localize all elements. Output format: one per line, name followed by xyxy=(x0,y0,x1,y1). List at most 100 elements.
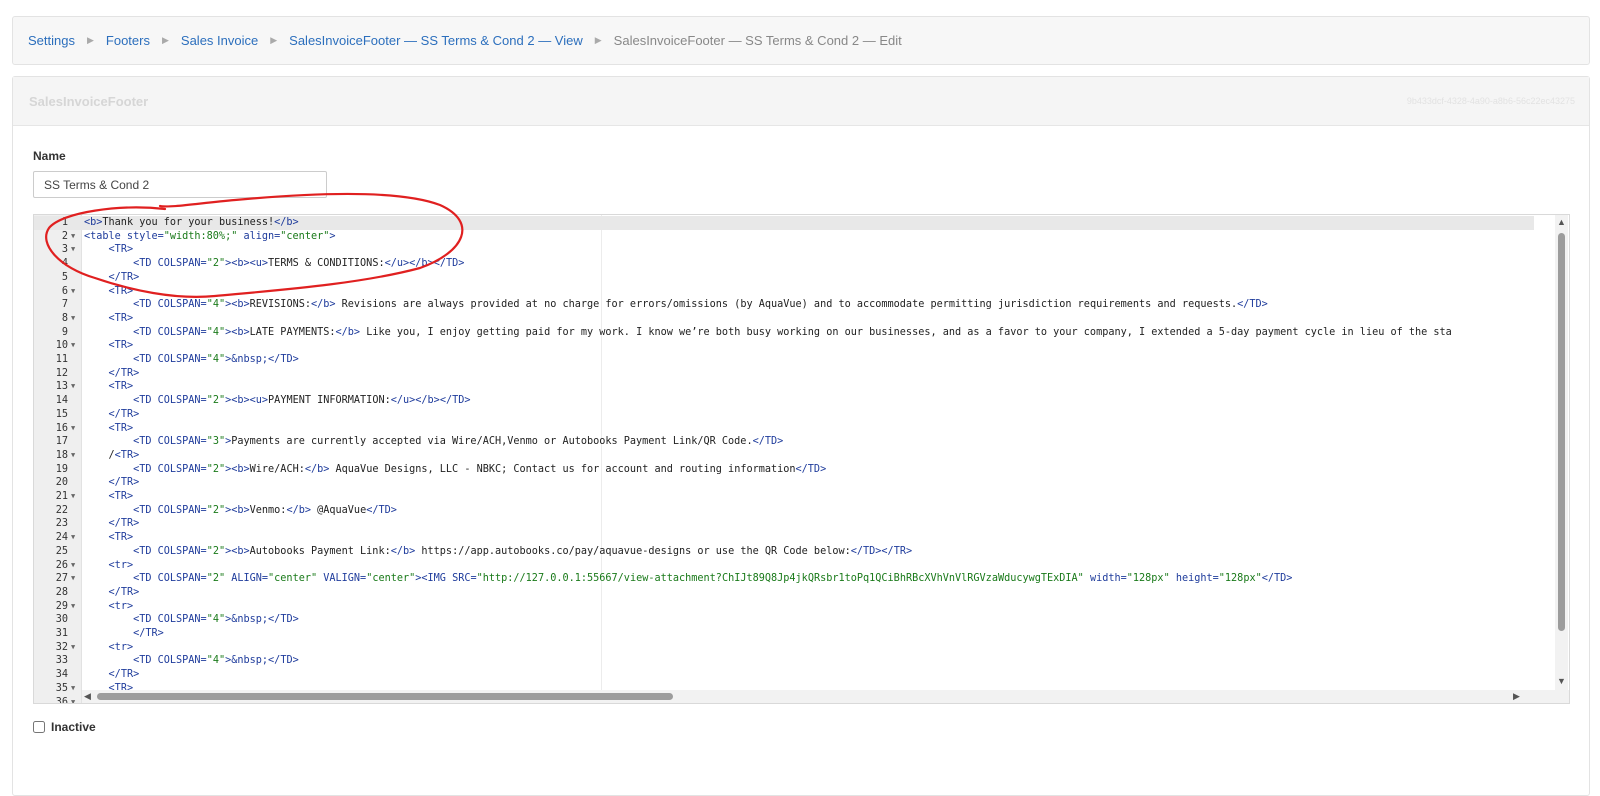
fold-toggle-icon[interactable]: ▼ xyxy=(71,380,75,394)
scroll-up-icon[interactable]: ▲ xyxy=(1557,217,1566,227)
code-line[interactable]: 34 </TR> xyxy=(34,668,1534,682)
horizontal-scroll-thumb[interactable] xyxy=(97,693,673,700)
code-line[interactable]: 12 </TR> xyxy=(34,367,1534,381)
breadcrumb-footer-edit: SalesInvoiceFooter — SS Terms & Cond 2 —… xyxy=(613,33,902,48)
line-number: 7 xyxy=(61,299,68,311)
fold-toggle-icon[interactable]: ▼ xyxy=(71,572,75,586)
inactive-checkbox[interactable] xyxy=(33,721,45,733)
code-line[interactable]: 33 <TD COLSPAN="4">&nbsp;</TD> xyxy=(34,654,1534,668)
code-text: <TD COLSPAN="4">&nbsp;</TD> xyxy=(133,354,299,365)
code-text: <tr> xyxy=(108,559,134,571)
code-line[interactable]: 22 <TD COLSPAN="2"><b>Venmo:</b> @AquaVu… xyxy=(34,504,1534,518)
breadcrumb-settings[interactable]: Settings xyxy=(28,33,75,48)
code-line[interactable]: 16 ▼ <TR> xyxy=(34,422,1534,436)
code-line[interactable]: 10 ▼ <TR> xyxy=(34,339,1534,353)
fold-toggle-icon[interactable]: ▼ xyxy=(71,339,75,353)
code-line[interactable]: 25 <TD COLSPAN="2"><b>Autobooks Payment … xyxy=(34,545,1534,559)
panel-title: SalesInvoiceFooter xyxy=(29,93,149,109)
code-text: <TD COLSPAN="2"><b>Venmo:</b> @AquaVue</… xyxy=(133,504,397,516)
code-line[interactable]: 30 <TD COLSPAN="4">&nbsp;</TD> xyxy=(34,613,1534,627)
scroll-down-icon[interactable]: ▼ xyxy=(1557,676,1566,686)
code-line[interactable]: 2 ▼ <table style="width:80%;" align="cente… xyxy=(34,230,1534,244)
code-line[interactable]: 27 ▼ <TD COLSPAN="2" ALIGN="center" VALIG… xyxy=(34,572,1534,586)
breadcrumb: Settings ▶ Footers ▶ Sales Invoice ▶ Sal… xyxy=(12,16,1590,65)
fold-toggle-icon[interactable]: ▼ xyxy=(71,682,75,696)
code-line[interactable]: 23 </TR> xyxy=(34,517,1534,531)
code-text: <tr> xyxy=(108,641,134,653)
code-text: <TR> xyxy=(108,532,134,544)
code-line[interactable]: 28 </TR> xyxy=(34,586,1534,600)
code-line[interactable]: 18 ▼ /<TR> xyxy=(34,449,1534,463)
fold-toggle-icon[interactable]: ▼ xyxy=(71,312,75,326)
vertical-scroll-thumb[interactable] xyxy=(1558,233,1565,631)
code-text: <TD COLSPAN="2"><b><u>PAYMENT INFORMATIO… xyxy=(133,395,471,407)
line-number: 27 xyxy=(55,573,68,585)
code-line[interactable]: 19 <TD COLSPAN="2"><b>Wire/ACH:</b> Aqua… xyxy=(34,463,1534,477)
breadcrumb-footers[interactable]: Footers xyxy=(106,33,150,48)
record-id: 9b433dcf-4328-4a90-a8b6-56c22ec43275 xyxy=(1406,96,1575,106)
line-number: 30 xyxy=(55,614,68,626)
line-number: 16 xyxy=(55,422,68,434)
line-number: 2 xyxy=(61,230,68,242)
code-line[interactable]: 9 <TD COLSPAN="4"><b>LATE PAYMENTS:</b> … xyxy=(34,326,1534,340)
line-number: 1 xyxy=(61,217,68,228)
line-number: 35 xyxy=(55,682,68,694)
breadcrumb-footer-view[interactable]: SalesInvoiceFooter — SS Terms & Cond 2 —… xyxy=(289,33,583,48)
code-line[interactable]: 15 </TR> xyxy=(34,408,1534,422)
line-number: 25 xyxy=(55,545,68,557)
code-line[interactable]: 8 ▼ <TR> xyxy=(34,312,1534,326)
fold-toggle-icon[interactable]: ▼ xyxy=(71,285,75,299)
line-number: 19 xyxy=(55,463,68,475)
code-line[interactable]: 31 </TR> xyxy=(34,627,1534,641)
scroll-left-icon[interactable]: ◀ xyxy=(84,691,91,702)
code-line[interactable]: 32 ▼ <tr> xyxy=(34,641,1534,655)
code-line[interactable]: 5 </TR> xyxy=(34,271,1534,285)
name-input[interactable] xyxy=(33,171,327,198)
vertical-scrollbar[interactable]: ▲ ▼ xyxy=(1555,215,1568,691)
code-line[interactable]: 29 ▼ <tr> xyxy=(34,600,1534,614)
inactive-label[interactable]: Inactive xyxy=(51,720,96,734)
code-text: <TR> xyxy=(108,340,134,352)
code-text: <TD COLSPAN="2"><b><u>TERMS & CONDITIONS… xyxy=(133,258,465,270)
code-line[interactable]: 4 <TD COLSPAN="2"><b><u>TERMS & CONDITIO… xyxy=(34,257,1534,271)
line-number: 5 xyxy=(61,271,68,283)
line-number: 33 xyxy=(55,655,68,667)
code-line[interactable]: 26 ▼ <tr> xyxy=(34,559,1534,573)
code-text: <TR> xyxy=(108,244,134,256)
line-number: 9 xyxy=(61,326,68,338)
fold-toggle-icon[interactable]: ▼ xyxy=(71,559,75,573)
chevron-right-icon: ▶ xyxy=(161,35,169,45)
breadcrumb-sales-invoice[interactable]: Sales Invoice xyxy=(181,33,258,48)
fold-toggle-icon[interactable]: ▼ xyxy=(71,230,75,244)
code-editor[interactable]: 1 <b>Thank you for your business!</b> 2 ▼ <t… xyxy=(33,214,1570,704)
code-line[interactable]: 13 ▼ <TR> xyxy=(34,380,1534,394)
code-text: <b>Thank you for your business!</b> xyxy=(84,217,299,228)
fold-toggle-icon[interactable]: ▼ xyxy=(71,531,75,545)
fold-toggle-icon[interactable]: ▼ xyxy=(71,490,75,504)
horizontal-scrollbar[interactable]: ◀ ▶ xyxy=(82,690,1569,703)
fold-toggle-icon[interactable]: ▼ xyxy=(71,422,75,436)
code-line[interactable]: 6 ▼ <TR> xyxy=(34,285,1534,299)
code-line[interactable]: 21 ▼ <TR> xyxy=(34,490,1534,504)
code-line[interactable]: 24 ▼ <TR> xyxy=(34,531,1534,545)
panel-header: SalesInvoiceFooter 9b433dcf-4328-4a90-a8… xyxy=(13,77,1589,126)
fold-toggle-icon[interactable]: ▼ xyxy=(71,600,75,614)
fold-toggle-icon[interactable]: ▼ xyxy=(71,449,75,463)
code-line[interactable]: 1 <b>Thank you for your business!</b> xyxy=(34,216,1534,230)
code-text: <table style="width:80%;" align="center"… xyxy=(84,230,336,242)
fold-toggle-icon[interactable]: ▼ xyxy=(71,641,75,655)
scroll-right-icon[interactable]: ▶ xyxy=(1513,691,1520,702)
code-line[interactable]: 17 <TD COLSPAN="3">Payments are currentl… xyxy=(34,435,1534,449)
code-line[interactable]: 3 ▼ <TR> xyxy=(34,243,1534,257)
code-line[interactable]: 11 <TD COLSPAN="4">&nbsp;</TD> xyxy=(34,353,1534,367)
code-line[interactable]: 14 <TD COLSPAN="2"><b><u>PAYMENT INFORMA… xyxy=(34,394,1534,408)
fold-toggle-icon[interactable]: ▼ xyxy=(71,243,75,257)
line-number: 31 xyxy=(55,628,68,639)
code-line[interactable]: 7 <TD COLSPAN="4"><b>REVISIONS:</b> Revi… xyxy=(34,298,1534,312)
code-line[interactable]: 20 </TR> xyxy=(34,476,1534,490)
line-number: 22 xyxy=(55,504,68,516)
code-text: <TD COLSPAN="2" ALIGN="center" VALIGN="c… xyxy=(133,573,1293,585)
code-text: <TD COLSPAN="2"><b>Autobooks Payment Lin… xyxy=(133,545,913,557)
line-number: 20 xyxy=(55,477,68,489)
fold-toggle-icon[interactable]: ▼ xyxy=(71,696,75,704)
